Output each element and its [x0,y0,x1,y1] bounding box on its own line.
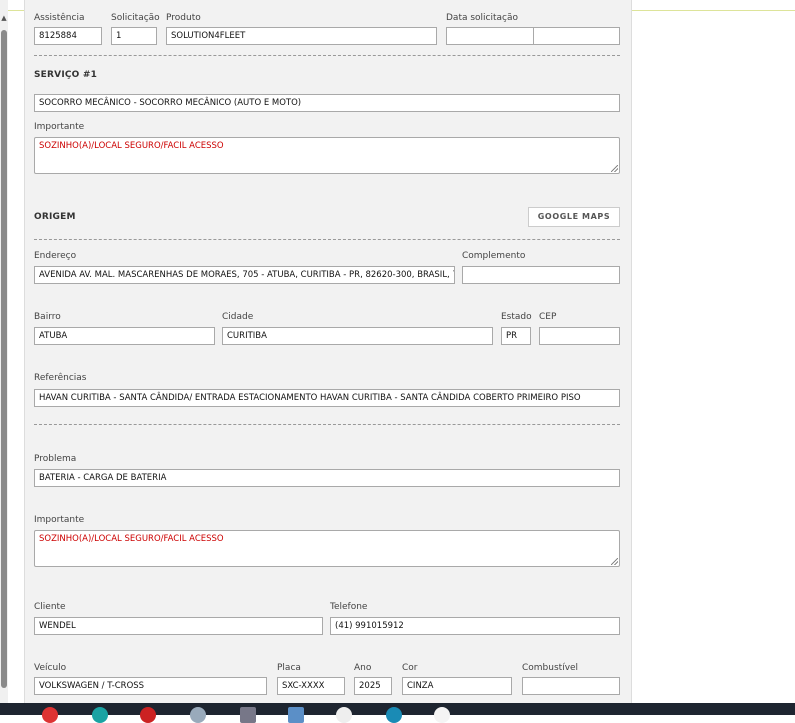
servico-importante-textarea[interactable]: SOZINHO(A)/LOCAL SEGURO/FACIL ACESSO [34,137,620,174]
edge-icon[interactable] [92,707,108,723]
bairro-label: Bairro [34,312,61,322]
servico-importante-label: Importante [34,122,85,132]
ano-label: Ano [354,663,372,673]
referencias-label: Referências [34,373,87,383]
section-divider [34,424,620,425]
origem-title: ORIGEM [34,212,76,222]
problema-importante-textarea[interactable]: SOZINHO(A)/LOCAL SEGURO/FACIL ACESSO [34,530,620,567]
resize-grip-icon[interactable] [611,165,618,172]
section-divider [34,55,620,56]
resize-grip-icon[interactable] [611,558,618,565]
cep-label: CEP [539,312,557,322]
opera-icon[interactable] [140,707,156,723]
problema-label: Problema [34,454,77,464]
problema-select[interactable]: BATERIA - CARGA DE BATERIA [34,469,620,487]
problema-importante-label: Importante [34,515,85,525]
scrollbar[interactable]: ▲ [0,0,8,703]
chrome-icon[interactable] [42,707,58,723]
solicitacao-label: Solicitação [111,13,160,23]
app-icon[interactable] [190,707,206,723]
terminal-icon[interactable] [288,707,304,723]
chrome-icon[interactable] [434,707,450,723]
servico-importante-text: SOZINHO(A)/LOCAL SEGURO/FACIL ACESSO [39,141,224,151]
combustivel-field[interactable] [522,677,620,695]
complemento-field[interactable] [462,266,620,284]
endereco-field[interactable]: AVENIDA AV. MAL. MASCARENHAS DE MORAES, … [34,266,455,284]
files-icon[interactable] [240,707,256,723]
cidade-label: Cidade [222,312,254,322]
data-solicitacao-date-field[interactable] [446,27,534,45]
solicitacao-field[interactable]: 1 [111,27,157,45]
placa-field[interactable]: SXC-XXXX [277,677,345,695]
veiculo-label: Veículo [34,663,67,673]
data-solicitacao-label: Data solicitação [446,13,519,23]
cor-label: Cor [402,663,418,673]
telefone-label: Telefone [330,602,368,612]
placa-label: Placa [277,663,301,673]
assistencia-label: Assistência [34,13,85,23]
telefone-field[interactable]: (41) 991015912 [330,617,620,635]
app-icon[interactable] [386,707,402,723]
cep-field[interactable] [539,327,620,345]
cliente-label: Cliente [34,602,66,612]
estado-field[interactable]: PR [501,327,531,345]
combustivel-label: Combustível [522,663,579,673]
bairro-field[interactable]: ATUBA [34,327,215,345]
veiculo-field[interactable]: VOLKSWAGEN / T-CROSS [34,677,267,695]
servico-title: SERVIÇO #1 [34,70,98,80]
cor-field[interactable]: CINZA [402,677,512,695]
referencias-field[interactable]: HAVAN CURITIBA - SANTA CÂNDIDA/ ENTRADA … [34,389,620,407]
produto-field[interactable]: SOLUTION4FLEET [166,27,437,45]
problema-importante-text: SOZINHO(A)/LOCAL SEGURO/FACIL ACESSO [39,534,224,544]
data-solicitacao-time-field[interactable] [533,27,620,45]
estado-label: Estado [501,312,532,322]
ano-field[interactable]: 2025 [354,677,392,695]
produto-label: Produto [166,13,201,23]
google-maps-button[interactable]: GOOGLE MAPS [528,207,620,227]
chrome-icon[interactable] [336,707,352,723]
complemento-label: Complemento [462,251,526,261]
cliente-field[interactable]: WENDEL [34,617,323,635]
cidade-field[interactable]: CURITIBA [222,327,493,345]
section-divider [34,239,620,240]
scrollbar-thumb[interactable] [1,30,7,688]
assistencia-field[interactable]: 8125884 [34,27,102,45]
servico-select[interactable]: SOCORRO MECÂNICO - SOCORRO MECÂNICO (AUT… [34,94,620,112]
endereco-label: Endereço [34,251,77,261]
scroll-up-icon[interactable]: ▲ [0,12,8,24]
